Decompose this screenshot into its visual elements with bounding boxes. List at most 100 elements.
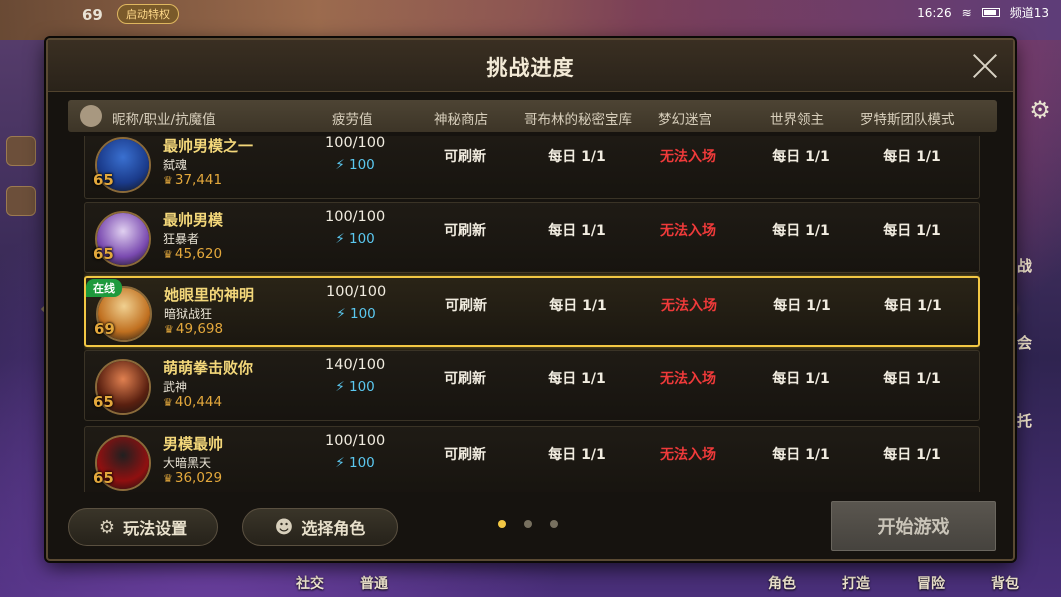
page-dot[interactable] (524, 520, 532, 528)
level-badge: 65 (93, 393, 114, 411)
side-label-guild[interactable]: 会 (1017, 332, 1032, 353)
lord-status: 每日 1/1 (772, 223, 830, 239)
side-label-battle[interactable]: 战 (1017, 255, 1032, 276)
online-tag: 在线 (86, 279, 122, 297)
lord-status: 每日 1/1 (772, 371, 830, 387)
shop-status: 可刷新 (444, 223, 486, 239)
character-job: 暗狱战狂 (164, 307, 213, 321)
status-bar: 16:26 ≋ 频道13 (917, 4, 1049, 21)
character-row[interactable]: 69 她眼里的神明 暗狱战狂 ♛ 49,698 100/100 ⚡ 100 可刷新… (84, 276, 980, 347)
energy-amount: 100 (349, 379, 375, 395)
rotes-status: 每日 1/1 (883, 149, 941, 165)
gear-icon[interactable]: ⚙ (1025, 95, 1055, 125)
lightning-icon: ⚡ (336, 306, 346, 322)
power-value: 45,620 (174, 246, 223, 262)
character-icon: ☻ (274, 516, 294, 538)
character-power: ♛ 36,029 (163, 470, 222, 486)
lightning-icon: ⚡ (335, 455, 345, 471)
dialog-title: 挑战进度 (486, 56, 575, 80)
dialog-header: 挑战进度 (48, 40, 1013, 92)
col-rotes: 罗特斯团队模式 (860, 112, 955, 128)
battery-icon (981, 8, 1000, 17)
nav-normal[interactable]: 普通 (360, 573, 388, 593)
rotes-status: 每日 1/1 (884, 298, 942, 314)
friends-icon[interactable] (6, 186, 36, 216)
character-name: 她眼里的神明 (164, 286, 255, 304)
nav-forge[interactable]: 打造 (842, 573, 870, 593)
character-row[interactable]: 65 最帅男模 狂暴者 ♛ 45,620 100/100 ⚡ 100 可刷新 每日… (84, 202, 980, 273)
lord-status: 每日 1/1 (772, 447, 830, 463)
character-icon (80, 105, 102, 127)
close-icon[interactable] (971, 52, 999, 80)
character-list[interactable]: 65 最帅男模之一 弑魂 ♛ 37,441 100/100 ⚡ 100 可刷新 每… (84, 136, 980, 492)
nav-bag[interactable]: 背包 (991, 573, 1019, 593)
fatigue-value: 100/100 (325, 136, 386, 151)
character-row[interactable]: 65 最帅男模之一 弑魂 ♛ 37,441 100/100 ⚡ 100 可刷新 每… (84, 136, 980, 199)
challenge-progress-dialog: 挑战进度 昵称/职业/抗魔值 疲劳值 神秘商店 哥布林的秘密宝库 梦幻迷宫 世界… (46, 38, 1015, 561)
goblin-status: 每日 1/1 (549, 298, 607, 314)
status-time: 16:26 (917, 5, 952, 20)
play-settings-button[interactable]: ⚙ 玩法设置 (68, 508, 218, 546)
energy-value: ⚡ 100 (325, 157, 385, 173)
level-badge: 69 (94, 320, 115, 338)
nav-adventure[interactable]: 冒险 (917, 573, 945, 593)
maze-status: 无法入场 (660, 371, 716, 387)
energy-value: ⚡ 100 (325, 455, 385, 471)
scroll-icon[interactable] (6, 136, 36, 166)
start-game-button[interactable]: 开始游戏 (831, 501, 996, 551)
crown-icon: ♛ (163, 396, 173, 409)
power-value: 37,441 (174, 172, 223, 188)
goblin-status: 每日 1/1 (548, 371, 606, 387)
character-name: 男模最帅 (163, 435, 224, 453)
character-power: ♛ 49,698 (164, 321, 223, 337)
crown-icon: ♛ (163, 174, 173, 187)
character-row[interactable]: 65 男模最帅 大暗黑天 ♛ 36,029 100/100 ⚡ 100 可刷新 每… (84, 426, 980, 492)
energy-value: ⚡ 100 (325, 231, 385, 247)
character-power: ♛ 40,444 (163, 394, 222, 410)
shop-status: 可刷新 (444, 371, 486, 387)
energy-amount: 100 (349, 455, 375, 471)
maze-status: 无法入场 (660, 149, 716, 165)
character-row[interactable]: 65 萌萌拳击败你 武神 ♛ 40,444 140/100 ⚡ 100 可刷新 每… (84, 350, 980, 421)
lightning-icon: ⚡ (335, 231, 345, 247)
energy-amount: 100 (349, 231, 375, 247)
rotes-status: 每日 1/1 (883, 371, 941, 387)
shop-status: 可刷新 (445, 298, 487, 314)
character-job: 弑魂 (163, 158, 188, 172)
level-badge: 65 (93, 469, 114, 487)
lord-status: 每日 1/1 (773, 298, 831, 314)
col-name: 昵称/职业/抗魔值 (112, 112, 216, 128)
power-value: 36,029 (174, 470, 223, 486)
col-goblin: 哥布林的秘密宝库 (524, 112, 632, 128)
nav-character[interactable]: 角色 (768, 573, 796, 593)
lord-status: 每日 1/1 (772, 149, 830, 165)
page-dot[interactable] (498, 520, 506, 528)
character-power: ♛ 37,441 (163, 172, 222, 188)
gear-icon: ⚙ (98, 516, 116, 538)
channel-label: 频道13 (1009, 6, 1049, 20)
privilege-badge[interactable]: 启动特权 (117, 4, 179, 24)
side-label-auction[interactable]: 托 (1017, 410, 1032, 431)
energy-value: ⚡ 100 (325, 379, 385, 395)
lightning-icon: ⚡ (335, 157, 345, 173)
select-role-label: 选择角色 (301, 519, 366, 538)
fatigue-value: 100/100 (325, 433, 386, 449)
fatigue-value: 100/100 (325, 209, 386, 225)
maze-status: 无法入场 (661, 298, 717, 314)
page-indicator (498, 520, 558, 528)
nav-social[interactable]: 社交 (296, 573, 324, 593)
goblin-status: 每日 1/1 (548, 447, 606, 463)
shop-status: 可刷新 (444, 447, 486, 463)
select-role-button[interactable]: ☻ 选择角色 (242, 508, 398, 546)
character-power: ♛ 45,620 (163, 246, 222, 262)
fatigue-value: 140/100 (325, 357, 386, 373)
col-lord: 世界领主 (770, 112, 824, 128)
energy-value: ⚡ 100 (326, 306, 386, 322)
level-badge: 65 (93, 171, 114, 189)
fatigue-value: 100/100 (326, 284, 387, 300)
wifi-icon: ≋ (961, 5, 972, 20)
goblin-status: 每日 1/1 (548, 223, 606, 239)
rotes-status: 每日 1/1 (883, 447, 941, 463)
character-job: 狂暴者 (163, 232, 200, 246)
page-dot[interactable] (550, 520, 558, 528)
